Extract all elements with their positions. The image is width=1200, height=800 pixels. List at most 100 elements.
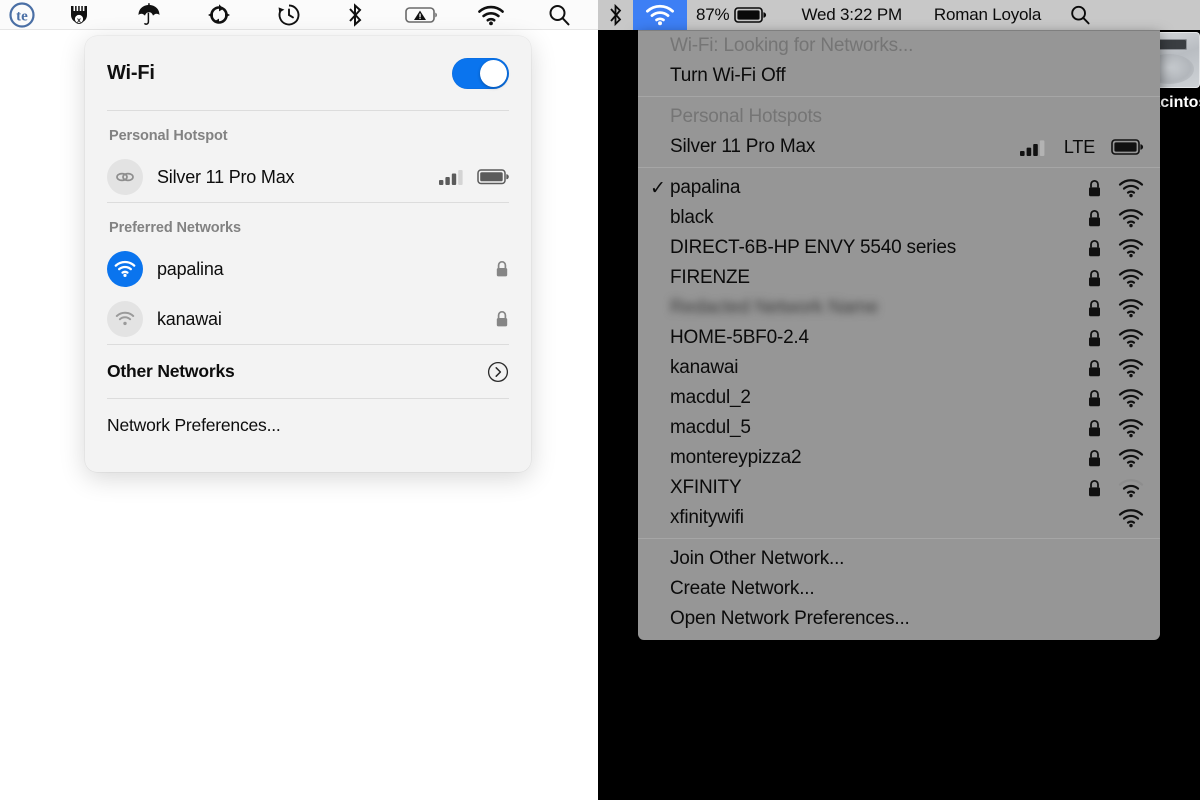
left-menu-bar: te x <box>0 0 598 30</box>
lock-icon <box>1086 179 1102 198</box>
preferred-networks-header: Preferred Networks <box>109 220 241 236</box>
network-indicators <box>1086 298 1144 318</box>
menu-item-network[interactable]: XFINITY <box>638 473 1160 503</box>
network-lock <box>495 310 509 328</box>
umbrella-icon[interactable] <box>114 0 184 30</box>
dropbox-sync-icon[interactable] <box>184 0 254 30</box>
network-indicators <box>1086 388 1144 408</box>
menu-item-network[interactable]: macdul_5 <box>638 413 1160 443</box>
chevron-right-circle-icon[interactable] <box>487 361 509 383</box>
battery-warning-icon[interactable] <box>386 0 458 30</box>
wifi-signal-icon <box>1118 268 1144 288</box>
menu-item-network[interactable]: black <box>638 203 1160 233</box>
wifi-icon <box>107 301 143 337</box>
checkmark-icon: ✓ <box>650 177 666 199</box>
wifi-signal-icon <box>1118 178 1144 198</box>
lock-icon <box>1086 479 1102 498</box>
time-machine-icon[interactable] <box>254 0 324 30</box>
lock-icon <box>1086 359 1102 378</box>
network-indicators <box>1086 478 1144 498</box>
action-label: Join Other Network... <box>670 548 845 569</box>
wifi-signal-icon <box>1118 448 1144 468</box>
lock-icon <box>1086 299 1102 318</box>
lock-icon <box>1086 239 1102 258</box>
spotlight-search-icon[interactable] <box>1060 0 1100 30</box>
wifi-signal-icon <box>1118 298 1144 318</box>
lock-icon <box>1086 329 1102 348</box>
menu-divider <box>638 96 1160 97</box>
network-item-papalina[interactable]: papalina <box>107 244 509 294</box>
menu-item-network[interactable]: DIRECT-6B-HP ENVY 5540 series <box>638 233 1160 263</box>
wifi-signal-icon <box>1118 478 1144 498</box>
wifi-icon <box>107 251 143 287</box>
battery-percent-label: 87% <box>696 5 730 24</box>
texture-app-icon[interactable]: te <box>0 0 44 30</box>
network-indicators <box>1086 328 1144 348</box>
network-indicators <box>1086 238 1144 258</box>
action-label: Create Network... <box>670 578 815 599</box>
menu-item-network[interactable]: HOME-5BF0-2.4 <box>638 323 1160 353</box>
right-screenshot-pane: Macintosh HD 87% <box>598 0 1200 800</box>
wifi-signal-icon <box>1118 418 1144 438</box>
other-networks-row[interactable]: Other Networks <box>107 345 509 398</box>
bluetooth-icon[interactable] <box>324 0 386 30</box>
lock-icon <box>1086 269 1102 288</box>
menu-item-network[interactable]: Redacted Network Name <box>638 293 1160 323</box>
menu-item-action[interactable]: Join Other Network... <box>638 544 1160 574</box>
network-name: macdul_2 <box>670 387 751 408</box>
wifi-icon[interactable] <box>458 0 524 30</box>
hotspot-status: LTE <box>1019 136 1144 158</box>
network-indicators <box>1086 508 1144 528</box>
spotlight-search-icon[interactable] <box>524 0 594 30</box>
wifi-signal-icon <box>1118 358 1144 378</box>
battery-full-icon <box>477 168 509 186</box>
menubar-clock[interactable]: Wed 3:22 PM <box>792 0 910 30</box>
istat-menus-icon[interactable]: x <box>44 0 114 30</box>
action-label: Open Network Preferences... <box>670 608 910 629</box>
screenshot-root: te x Wi-Fi Personal Hotspot Silver 11 Pr… <box>0 0 1200 800</box>
menu-item-network[interactable]: FIRENZE <box>638 263 1160 293</box>
other-networks-label: Other Networks <box>107 361 235 381</box>
network-indicators <box>1086 418 1144 438</box>
menu-item-network[interactable]: montereypizza2 <box>638 443 1160 473</box>
network-indicators <box>1086 208 1144 228</box>
wifi-signal-icon <box>1118 208 1144 228</box>
wifi-signal-icon <box>1118 388 1144 408</box>
wifi-menu-extra-icon[interactable] <box>633 0 687 30</box>
menu-item-network[interactable]: macdul_2 <box>638 383 1160 413</box>
wifi-menu-actions: Join Other Network... Create Network... Op… <box>638 544 1160 634</box>
hotspot-item-silver-11-pro-max[interactable]: Silver 11 Pro Max <box>107 152 509 202</box>
network-name: papalina <box>157 258 224 279</box>
lock-icon <box>1086 209 1102 228</box>
menu-item-action[interactable]: Create Network... <box>638 574 1160 604</box>
lock-icon <box>1086 389 1102 408</box>
network-name: kanawai <box>670 357 739 378</box>
bluetooth-icon[interactable] <box>598 0 633 30</box>
network-name: XFINITY <box>670 477 742 498</box>
network-name: macdul_5 <box>670 417 751 438</box>
left-screenshot-pane: te x Wi-Fi Personal Hotspot Silver 11 Pr… <box>0 0 598 800</box>
network-name: DIRECT-6B-HP ENVY 5540 series <box>670 237 957 258</box>
network-name: kanawai <box>157 308 222 329</box>
network-name: Redacted Network Name <box>670 297 879 318</box>
menu-item-hotspot-silver-11-pro-max[interactable]: Silver 11 Pro Max LTE <box>638 132 1160 162</box>
carrier-label: LTE <box>1063 136 1095 157</box>
menu-item-network[interactable]: kanawai <box>638 353 1160 383</box>
menu-item-network[interactable]: ✓ papalina <box>638 173 1160 203</box>
battery-status[interactable]: 87% <box>687 0 776 30</box>
network-indicators <box>1086 178 1144 198</box>
toggle-knob <box>480 59 507 87</box>
lock-icon <box>1086 449 1102 468</box>
network-item-kanawai[interactable]: kanawai <box>107 294 509 344</box>
battery-full-icon <box>1111 138 1144 156</box>
wifi-toggle-switch[interactable] <box>452 57 509 89</box>
menu-item-action[interactable]: Open Network Preferences... <box>638 604 1160 634</box>
wifi-signal-icon <box>1118 508 1144 528</box>
menu-item-network[interactable]: xfinitywifi <box>638 503 1160 533</box>
personal-hotspot-header: Personal Hotspot <box>109 128 228 144</box>
menu-item-turn-wifi-off[interactable]: Turn Wi-Fi Off <box>638 61 1160 91</box>
menu-divider <box>638 167 1160 168</box>
menubar-user-name[interactable]: Roman Loyola <box>925 0 1050 30</box>
network-preferences-row[interactable]: Network Preferences... <box>107 399 509 451</box>
svg-text:te: te <box>16 8 28 24</box>
